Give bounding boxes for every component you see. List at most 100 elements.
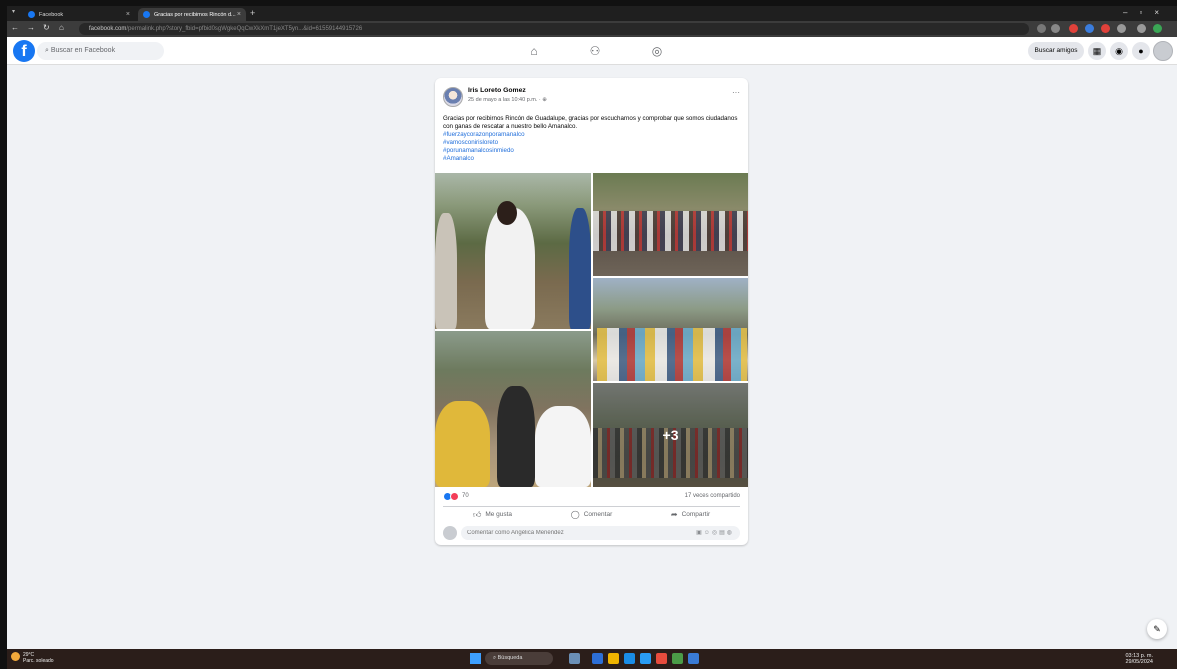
taskbar-app-icon[interactable] [672,653,683,664]
reaction-count[interactable]: 70 [462,493,469,499]
url-host: facebook.com [89,26,127,32]
forward-icon[interactable]: → [27,23,35,32]
post-body: Gracias por recibirnos Rincón de Guadalu… [443,115,738,163]
facebook-logo-icon[interactable]: f [13,40,35,62]
facebook-favicon-icon [143,11,150,18]
shares-count[interactable]: 17 veces compartido [685,493,740,499]
timestamp-text: 25 de mayo a las 10:40 p.m. · [468,97,541,103]
post-photo[interactable] [435,173,591,329]
account-avatar[interactable] [1153,41,1173,61]
cast-icon[interactable] [1037,24,1046,33]
taskbar-app-icon[interactable] [569,653,580,664]
post-timestamp[interactable]: 25 de mayo a las 10:40 p.m. · ⊕ [468,97,547,103]
author-name[interactable]: Iris Loreto Gomez [468,87,526,94]
tab-search-icon[interactable]: ▾ [12,8,15,15]
tab-facebook[interactable]: Facebook × [23,8,135,21]
photo-person [435,401,490,487]
more-photos-tile[interactable]: +3 [593,383,748,487]
photo-person [535,406,591,487]
media-icon[interactable] [1137,24,1146,33]
thumbs-up-icon: 👍︎ [472,509,482,519]
extensions-puzzle-icon[interactable] [1117,24,1126,33]
post-photo[interactable] [593,173,748,276]
post-text: Gracias por recibirnos Rincón de Guadalu… [443,115,738,130]
tab-title: Gracias por recibirnos Rincón d... [154,11,236,18]
browser-address-bar: ← → ↻ ⌂ facebook.com/permalink.php?story… [7,21,1177,37]
url-field[interactable]: facebook.com/permalink.php?story_fbid=pf… [79,23,1029,35]
photo-person [497,386,535,487]
windows-taskbar: 29°C Parc. soleado ⌕ Búsqueda 03:13 p. m… [7,649,1177,669]
love-reaction-icon[interactable] [450,492,459,501]
hashtag-link[interactable]: #porunamanalcosinmiedo [443,147,738,155]
system-tray-clock[interactable]: 03:13 p. m. 29/05/2024 [1125,653,1153,665]
home-icon[interactable]: ⌂ [59,23,64,32]
hashtag-link[interactable]: #fuerzaycorazonporamanalco [443,131,738,139]
post-card: Iris Loreto Gomez 25 de mayo a las 10:40… [435,78,748,545]
file-explorer-icon[interactable] [608,653,619,664]
chrome-icon[interactable] [656,653,667,664]
weather-sun-icon [11,652,20,661]
share-button[interactable]: ➦ Compartir [641,507,740,522]
photo-person [485,208,535,329]
reload-icon[interactable]: ↻ [43,23,50,32]
taskbar-search-label: Búsqueda [497,655,523,661]
clock-date: 29/05/2024 [1125,659,1153,665]
post-photo[interactable] [593,278,748,381]
comment-button[interactable]: ◯ Comentar [542,507,641,522]
window-controls[interactable]: –▫× [1123,8,1171,17]
photo-person [569,208,591,329]
author-avatar[interactable] [443,87,463,107]
close-tab-icon[interactable]: × [126,11,130,18]
url-path: /permalink.php?story_fbid=pfbid0sgWgkeQq… [126,26,363,32]
share-label: Compartir [681,511,711,518]
globe-icon: ⊕ [542,97,547,103]
home-icon[interactable]: ⌂ [524,42,544,60]
new-message-icon[interactable]: ✎ [1147,619,1167,639]
commenter-avatar[interactable] [443,526,457,540]
taskbar-app-icon[interactable] [688,653,699,664]
tab-post[interactable]: Gracias por recibirnos Rincón d... × [138,8,246,21]
extension-icon[interactable] [1085,24,1094,33]
find-friends-button[interactable]: Buscar amigos [1028,42,1084,60]
search-placeholder: Buscar en Facebook [50,47,116,54]
facebook-header: f ⌕ Buscar en Facebook ⌂ ⚇ ◎ Buscar amig… [7,37,1177,65]
gaming-icon[interactable]: ◎ [647,42,667,60]
comment-tools-icons[interactable]: ▣☺◎▤◍ [696,529,734,536]
share-arrow-icon: ➦ [670,510,678,519]
more-photos-label: +3 [593,383,748,487]
post-photo[interactable] [435,331,591,487]
store-icon[interactable] [640,653,651,664]
like-button[interactable]: 👍︎ Me gusta [443,507,542,522]
taskbar-search[interactable]: ⌕ Búsqueda [485,652,553,665]
edge-icon[interactable] [624,653,635,664]
new-tab-icon[interactable]: + [250,8,255,18]
notifications-bell-icon[interactable]: ● [1132,42,1150,60]
photo-crowd [597,328,747,381]
facebook-search-input[interactable]: ⌕ Buscar en Facebook [37,42,164,60]
messenger-icon[interactable]: ◉ [1110,42,1128,60]
browser-tab-bar: ▾ Facebook × Gracias por recibirnos Rinc… [7,6,1177,21]
comment-bubble-icon: ◯ [570,510,580,519]
extension-icon[interactable] [1101,24,1110,33]
photo-person-head [497,201,517,225]
like-label: Me gusta [485,511,513,518]
reactions-bar: 70 17 veces compartido [443,492,740,502]
photo-crowd [593,211,748,251]
hashtag-link[interactable]: #Amanalco [443,155,738,163]
weather-widget[interactable]: 29°C Parc. soleado [11,652,54,664]
close-tab-icon[interactable]: × [237,11,241,18]
comment-label: Comentar [583,511,613,518]
photo-gallery: +3 [435,173,748,487]
extension-icon[interactable] [1069,24,1078,33]
menu-grid-icon[interactable]: ▦ [1088,42,1106,60]
more-options-icon[interactable]: ··· [732,88,740,97]
taskbar-app-icon[interactable] [592,653,603,664]
profile-icon[interactable] [1153,24,1162,33]
weather-text: Parc. soleado [23,658,54,664]
back-icon[interactable]: ← [11,23,19,32]
hashtag-link[interactable]: #vamosconirisloreto [443,139,738,147]
star-icon[interactable] [1051,24,1060,33]
windows-start-icon[interactable] [470,653,481,664]
friends-icon[interactable]: ⚇ [585,42,605,60]
screen: ▾ Facebook × Gracias por recibirnos Rinc… [7,6,1177,669]
